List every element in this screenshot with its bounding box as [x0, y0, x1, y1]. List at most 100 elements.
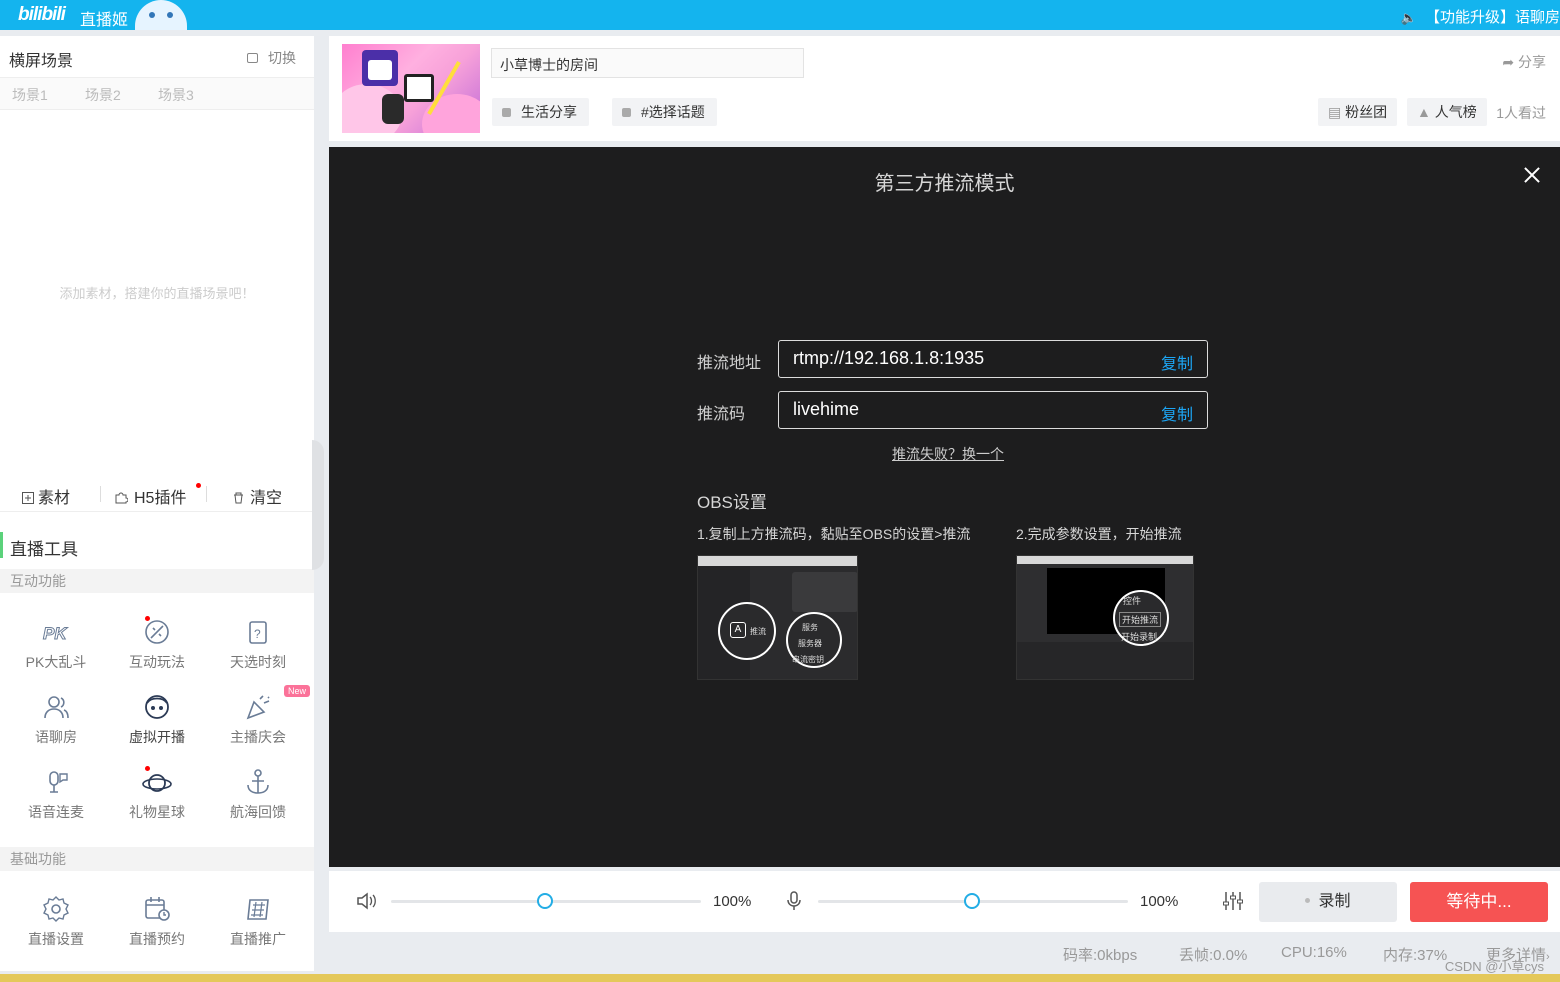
fans-icon: ▤ — [1328, 104, 1342, 120]
shot-service-label: 服务 — [802, 623, 818, 632]
copy-key-button[interactable]: 复制 — [1161, 401, 1193, 425]
shot-controls-label: 控件 — [1123, 596, 1142, 606]
room-title-input[interactable]: 小草博士的房间 — [491, 48, 804, 78]
shot-push-label: 推流 — [750, 627, 766, 636]
obs-main-screenshot: 控件 开始推流 开始录制 — [1016, 555, 1194, 680]
tool-interactive-play[interactable]: 互动玩法 — [107, 616, 207, 672]
obs-settings-title: OBS设置 — [697, 493, 767, 512]
topic-icon — [622, 108, 631, 117]
drop-frame-stat: 丢帧:0.0% — [1179, 947, 1248, 964]
share-button[interactable]: ➦ 分享 — [1502, 52, 1546, 72]
close-icon[interactable] — [1524, 167, 1540, 183]
scene-tab-1[interactable]: 场景1 — [12, 85, 48, 105]
tool-pk[interactable]: PK PK大乱斗 — [6, 616, 106, 672]
watcher-count: 1人看过 — [1496, 105, 1546, 121]
chevron-right-icon: › — [1546, 951, 1550, 963]
tool-gift-planet[interactable]: 礼物星球 — [107, 766, 207, 822]
step-1-text: 1.复制上方推流码，黏贴至OBS的设置>推流 — [697, 526, 971, 542]
svg-text:PK: PK — [43, 624, 68, 643]
new-badge: New — [283, 685, 310, 697]
title-bar: bilibili 直播姬 🔈 【功能升级】语聊房 — [0, 0, 1560, 30]
tool-lottery[interactable]: ? 天选时刻 — [208, 616, 308, 672]
scene-title: 横屏场景 — [9, 53, 74, 70]
tool-anchor-celebration[interactable]: New 主播庆会 — [208, 685, 310, 747]
start-live-button[interactable]: 等待中... — [1410, 882, 1548, 922]
shot-key-label: 串流密钥 — [792, 655, 824, 664]
scene-tab-2[interactable]: 场景2 — [85, 85, 121, 105]
stream-key-field[interactable]: livehime 复制 — [778, 391, 1208, 429]
trash-icon — [234, 492, 243, 504]
lock-icon — [247, 53, 258, 63]
category-icon — [502, 108, 511, 117]
room-header: 小草博士的房间 生活分享 #选择话题 ➦ 分享 ▤ 粉丝团 ▲ 人气榜 1人看过 — [329, 36, 1560, 141]
step-2-text: 2.完成参数设置，开始推流 — [1016, 526, 1182, 542]
puzzle-icon — [115, 492, 129, 504]
panel-collapse-handle[interactable] — [312, 440, 324, 570]
tool-virtual-live[interactable]: 虚拟开播 — [107, 691, 207, 747]
material-label: 素材 — [38, 490, 71, 507]
shot-start-record-label: 开始录制 — [1121, 632, 1158, 642]
topic-chip[interactable]: #选择话题 — [612, 98, 717, 126]
mixer-sliders-icon[interactable] — [1222, 891, 1244, 911]
stream-key-value: livehime — [793, 399, 860, 419]
bilibili-logo: bilibili — [18, 4, 66, 25]
preview-stage: 第三方推流模式 推流地址 rtmp://192.168.1.8:1935 复制 … — [329, 147, 1560, 867]
room-cover-image[interactable] — [342, 44, 480, 133]
zoom-circle-server: 服务 服务器 串流密钥 — [786, 612, 842, 668]
h5-plugin-button[interactable]: H5插件 — [114, 484, 186, 508]
clear-button[interactable]: 清空 — [233, 484, 282, 508]
interactive-group-label: 互动功能 — [0, 569, 314, 593]
tool-voice-link[interactable]: 语音连麦 — [6, 766, 106, 822]
add-material-button[interactable]: 素材 — [22, 484, 70, 508]
tool-live-settings[interactable]: 直播设置 — [6, 893, 106, 949]
retry-link[interactable]: 推流失败？换一个 — [892, 444, 1004, 464]
tools-title: 直播工具 — [10, 540, 78, 559]
mic-volume-knob[interactable] — [964, 893, 980, 909]
status-bar: 码率:0kbps 丢帧:0.0% CPU:16% 内存:37% 更多详情› — [329, 934, 1560, 974]
tool-voice-room[interactable]: 语聊房 — [6, 691, 106, 747]
tool-label: 直播设置 — [28, 931, 84, 947]
copy-url-button[interactable]: 复制 — [1161, 350, 1193, 374]
speaker-volume-knob[interactable] — [537, 893, 553, 909]
tool-label: 礼物星球 — [129, 804, 185, 820]
basic-group-label: 基础功能 — [0, 847, 314, 871]
zoom-circle-stream: 推流 A — [718, 602, 776, 660]
tool-live-schedule[interactable]: 直播预约 — [107, 893, 207, 949]
record-button[interactable]: 录制 — [1259, 882, 1397, 922]
zoom-circle-controls: 控件 开始推流 开始录制 — [1113, 590, 1169, 646]
speaker-icon: 🔈 — [1400, 10, 1417, 25]
calendar-clock-icon — [145, 897, 170, 921]
notification-dot — [196, 483, 201, 488]
tool-live-promotion[interactable]: 直播推广 — [208, 893, 308, 949]
topic-label: #选择话题 — [641, 104, 705, 120]
microphone-chat-icon — [49, 771, 68, 793]
popularity-button[interactable]: ▲ 人气榜 — [1407, 98, 1487, 126]
microphone-icon[interactable] — [786, 891, 802, 911]
material-toolbar: 素材 H5插件 清空 — [0, 474, 314, 512]
record-label: 录制 — [1318, 893, 1351, 910]
notification-dot — [145, 616, 150, 621]
stream-key-label: 推流码 — [697, 406, 746, 423]
tool-voyage-reward[interactable]: 航海回馈 — [208, 766, 308, 822]
stream-url-field[interactable]: rtmp://192.168.1.8:1935 复制 — [778, 340, 1208, 378]
tool-label: 直播推广 — [230, 931, 286, 947]
announcement[interactable]: 🔈 【功能升级】语聊房 — [1401, 6, 1560, 27]
speaker-volume-icon[interactable] — [356, 892, 378, 910]
scene-tab-3[interactable]: 场景3 — [158, 85, 194, 105]
fans-club-button[interactable]: ▤ 粉丝团 — [1318, 98, 1398, 126]
footer-decoration — [0, 974, 1560, 982]
bitrate-stat: 码率:0kbps — [1063, 947, 1138, 964]
stream-url-label: 推流地址 — [697, 355, 762, 372]
tool-label: 航海回馈 — [230, 804, 286, 820]
tool-label: PK大乱斗 — [25, 654, 87, 670]
scene-switch-button[interactable]: 切换 — [247, 48, 296, 68]
lottery-card-icon: ? — [249, 621, 267, 644]
scene-empty-hint: 添加素材，搭建你的直播场景吧！ — [59, 286, 255, 301]
tool-label: 语聊房 — [35, 729, 77, 745]
tool-label: 主播庆会 — [230, 729, 286, 745]
mascot-icon — [135, 0, 187, 30]
h5-plugin-label: H5插件 — [134, 490, 187, 507]
promotion-icon — [247, 899, 269, 920]
party-popper-icon — [246, 695, 270, 720]
category-chip[interactable]: 生活分享 — [492, 98, 589, 126]
